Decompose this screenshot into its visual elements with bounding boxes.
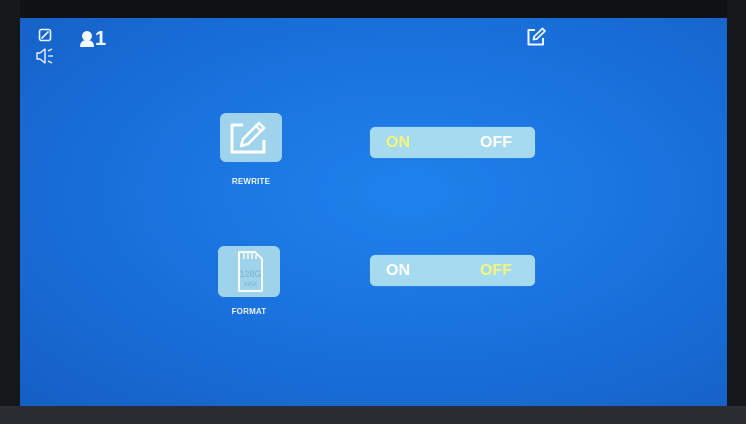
rewrite-label: REWRITE [231, 177, 271, 186]
format-on-option[interactable]: ON [386, 255, 410, 286]
rewrite-toggle[interactable]: ON OFF [370, 127, 535, 158]
sd-card-icon: 128G MAX [238, 251, 263, 292]
format-label: FORMAT [231, 307, 267, 316]
user-icon [79, 30, 95, 48]
settings-screen: 1 REWRITE ON OFF 128G MAX FORMAT ON OFF [20, 18, 727, 406]
user-count: 1 [95, 28, 107, 50]
edit-icon[interactable] [526, 27, 547, 47]
speaker-icon [35, 48, 55, 64]
rewrite-on-option[interactable]: ON [386, 127, 410, 158]
edit-icon [230, 121, 266, 154]
no-signal-icon [38, 28, 52, 42]
device-bezel-left [0, 0, 20, 424]
format-tile[interactable]: 128G MAX [218, 246, 280, 297]
device-bezel-right [727, 0, 746, 424]
device-bezel-bottom [0, 406, 746, 424]
sd-card-capacity: 128G [239, 269, 261, 279]
rewrite-off-option[interactable]: OFF [480, 127, 512, 158]
device-bezel-top [0, 0, 746, 18]
format-off-option[interactable]: OFF [480, 255, 512, 286]
sd-card-max: MAX [244, 282, 257, 288]
rewrite-tile[interactable] [220, 113, 282, 162]
format-toggle[interactable]: ON OFF [370, 255, 535, 286]
